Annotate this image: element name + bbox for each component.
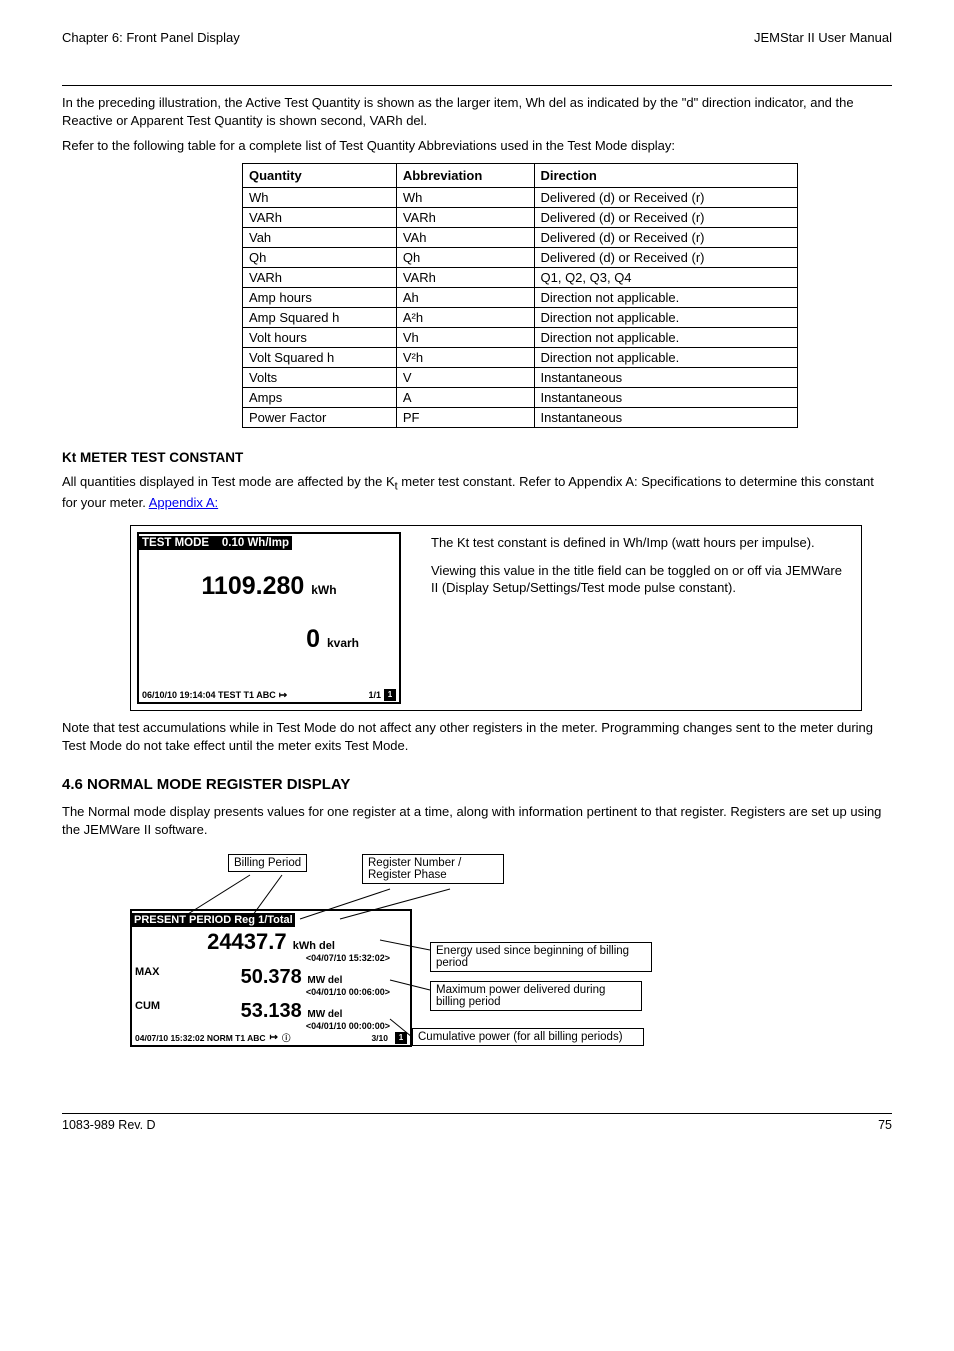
lcd-title-left: TEST MODE — [142, 537, 209, 549]
note-paragraph: Note that test accumulations while in Te… — [62, 719, 892, 754]
lcd2-row-max: MAX 50.378 MW del — [132, 966, 410, 989]
table-row: VARhVARhQ1, Q2, Q3, Q4 — [243, 267, 798, 287]
lcd2-row-energy: 24437.7 kWh del — [132, 929, 410, 955]
heading-kt: Kt METER TEST CONSTANT — [62, 450, 892, 465]
lcd2-row-cum: CUM 53.138 MW del — [132, 1000, 410, 1023]
figure-test-mode-screen: TEST MODE 0.10 Wh/Imp 1109.280 kWh 0 kva… — [130, 525, 862, 711]
badge-icon: 1 — [384, 689, 396, 701]
lcd2-title: PRESENT PERIOD Reg 1/Total — [132, 913, 295, 927]
table-row: Amp hoursAhDirection not applicable. — [243, 287, 798, 307]
table-row: AmpsAInstantaneous — [243, 387, 798, 407]
table-row: VoltsVInstantaneous — [243, 367, 798, 387]
figure-normal-mode-annotated: Billing Period Register Number / Registe… — [130, 849, 860, 1089]
heading-normal: 4.6 NORMAL MODE REGISTER DISPLAY — [62, 776, 892, 793]
lcd-panel-test: TEST MODE 0.10 Wh/Imp 1109.280 kWh 0 kva… — [137, 532, 401, 704]
test-quantity-table: Quantity Abbreviation Direction WhWhDeli… — [242, 163, 798, 428]
table-row: Volt Squared hV²hDirection not applicabl… — [243, 347, 798, 367]
lcd-title-right: 0.10 Wh/Imp — [222, 537, 289, 549]
table-row: QhQhDelivered (d) or Received (r) — [243, 247, 798, 267]
table-row: VARhVARhDelivered (d) or Received (r) — [243, 207, 798, 227]
lcd2-footer: 04/07/10 15:32:02 NORM T1 ABC ↦ ⓘ 3/10 1 — [132, 1031, 410, 1045]
lcd-row-kwh: 1109.280 kWh — [139, 572, 399, 601]
badge-icon: 1 — [395, 1032, 407, 1044]
callout-energy: Energy used since beginning of billing p… — [430, 942, 652, 972]
table-row: Power FactorPFInstantaneous — [243, 407, 798, 427]
callout-register-number: Register Number / Register Phase — [362, 854, 504, 884]
arrow-icon: ↦ — [270, 1032, 278, 1043]
info-icon: ⓘ — [282, 1032, 291, 1044]
arrow-icon: ↦ — [279, 690, 287, 701]
table-row: VahVAhDelivered (d) or Received (r) — [243, 227, 798, 247]
footer-rule — [62, 1113, 892, 1114]
lcd-panel-normal: PRESENT PERIOD Reg 1/Total 24437.7 kWh d… — [130, 909, 412, 1047]
th-quantity: Quantity — [243, 163, 397, 187]
th-abbrev: Abbreviation — [396, 163, 534, 187]
callout-billing-period: Billing Period — [228, 854, 307, 872]
header-left: Chapter 6: Front Panel Display — [62, 30, 240, 45]
kt-paragraph: All quantities displayed in Test mode ar… — [62, 473, 892, 512]
side-text: The Kt test constant is defined in Wh/Im… — [431, 534, 851, 597]
xref-appendix-link[interactable]: Appendix A: — [149, 495, 218, 510]
intro-p1: In the preceding illustration, the Activ… — [62, 94, 892, 129]
intro-p2: Refer to the following table for a compl… — [62, 137, 892, 155]
lcd-row-kvarh: 0 kvarh — [139, 625, 359, 654]
table-row: Volt hoursVhDirection not applicable. — [243, 327, 798, 347]
callout-cum: Cumulative power (for all billing period… — [412, 1028, 644, 1046]
header-right: JEMStar II User Manual — [754, 30, 892, 45]
footer-left: 1083-989 Rev. D — [62, 1118, 156, 1132]
table-row: WhWhDelivered (d) or Received (r) — [243, 187, 798, 207]
normal-p1: The Normal mode display presents values … — [62, 803, 892, 838]
lcd-footer: 06/10/10 19:14:04 TEST T1 ABC ↦ 1/1 1 — [139, 688, 399, 702]
table-row: Amp Squared hA²hDirection not applicable… — [243, 307, 798, 327]
callout-max: Maximum power delivered during billing p… — [430, 981, 642, 1011]
footer-right: 75 — [878, 1118, 892, 1132]
th-direction: Direction — [534, 163, 798, 187]
header-rule — [62, 85, 892, 86]
